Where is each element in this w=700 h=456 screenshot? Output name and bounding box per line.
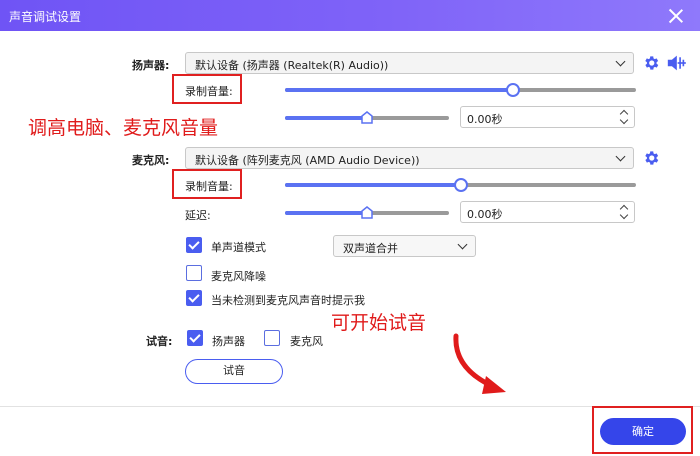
microphone-device-value: 默认设备 (阵列麦克风 (AMD Audio Device)) [195, 154, 420, 167]
speaker-volume-label: 录制音量: [185, 85, 233, 98]
mono-mode-label: 单声道模式 [211, 241, 266, 254]
speaker-device-select[interactable]: 默认设备 (扬声器 (Realtek(R) Audio)) [185, 52, 634, 74]
slider-fill [285, 183, 461, 187]
speaker-label: 扬声器: [132, 59, 170, 72]
microphone-delay-slider[interactable] [285, 206, 449, 220]
close-icon[interactable] [666, 6, 686, 26]
channel-mode-select[interactable]: 双声道合并 [333, 235, 476, 257]
test-speaker-checkbox[interactable] [187, 330, 203, 346]
slider-handle[interactable] [361, 111, 373, 124]
title-bar: 声音调试设置 [0, 0, 700, 31]
channel-mode-value: 双声道合并 [343, 242, 398, 255]
chevron-down-icon[interactable] [619, 210, 629, 220]
test-audio-button[interactable]: 试音 [185, 359, 283, 384]
speaker-delay-spinbox[interactable]: 0.00秒 [460, 106, 635, 128]
speaker-delay-slider[interactable] [285, 111, 449, 125]
test-microphone-checkbox[interactable] [264, 330, 280, 346]
window-title: 声音调试设置 [9, 10, 82, 24]
microphone-delay-label: 延迟: [185, 209, 211, 222]
slider-fill [285, 116, 367, 120]
slider-handle[interactable] [361, 206, 373, 219]
annotation-arrow [453, 333, 506, 394]
confirm-button[interactable]: 确定 [600, 418, 686, 445]
slider-fill [285, 211, 367, 215]
test-speaker-label: 扬声器 [212, 335, 245, 348]
microphone-delay-value: 0.00秒 [467, 208, 503, 221]
noise-reduction-checkbox[interactable] [186, 265, 202, 281]
microphone-volume-label: 录制音量: [185, 180, 233, 193]
chevron-down-icon [457, 239, 468, 250]
no-mic-notify-checkbox[interactable] [186, 290, 202, 306]
slider-handle[interactable] [506, 83, 521, 97]
test-label: 试音: [146, 335, 173, 348]
microphone-device-select[interactable]: 默认设备 (阵列麦克风 (AMD Audio Device)) [185, 147, 634, 169]
mono-mode-checkbox[interactable] [186, 237, 202, 253]
gear-icon[interactable] [642, 149, 660, 167]
speaker-volume-icon[interactable] [666, 54, 686, 72]
annotation-raise-volume: 调高电脑、麦克风音量 [25, 115, 222, 141]
noise-reduction-label: 麦克风降噪 [211, 270, 266, 283]
microphone-delay-spinbox[interactable]: 0.00秒 [460, 201, 635, 223]
chevron-down-icon [615, 151, 626, 162]
chevron-down-icon[interactable] [619, 115, 629, 125]
microphone-volume-slider[interactable] [285, 178, 636, 192]
slider-fill [285, 88, 514, 92]
speaker-volume-slider[interactable] [285, 83, 636, 97]
slider-handle[interactable] [453, 178, 468, 192]
test-microphone-label: 麦克风 [290, 335, 323, 348]
gear-icon[interactable] [642, 54, 660, 72]
annotation-can-test: 可开始试音 [328, 310, 430, 336]
microphone-label: 麦克风: [132, 154, 170, 167]
speaker-device-value: 默认设备 (扬声器 (Realtek(R) Audio)) [195, 59, 389, 72]
chevron-down-icon [615, 56, 626, 67]
no-mic-notify-label: 当未检测到麦克风声音时提示我 [211, 294, 365, 307]
speaker-delay-value: 0.00秒 [467, 113, 503, 126]
